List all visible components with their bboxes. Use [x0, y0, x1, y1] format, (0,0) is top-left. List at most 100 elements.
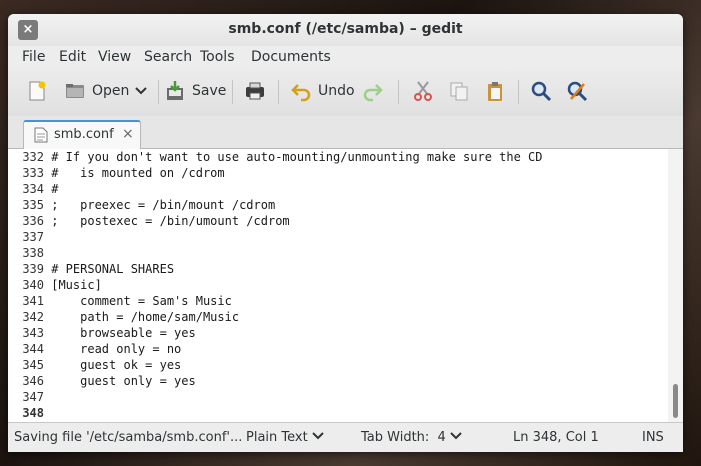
gedit-window: × smb.conf (/etc/samba) – gedit File Edi…: [8, 14, 683, 452]
paste-icon: [484, 80, 506, 102]
menu-documents[interactable]: Documents: [251, 49, 331, 65]
toolbar-separator: [158, 80, 159, 104]
line-number: 348: [22, 406, 44, 420]
language-label: Plain Text: [246, 430, 308, 445]
line-text: # is mounted on /cdrom: [51, 166, 225, 180]
menu-search[interactable]: Search: [144, 49, 192, 65]
line-text: guest ok = yes: [51, 358, 182, 372]
tab-close-icon[interactable]: ×: [122, 126, 134, 142]
line-number: 344: [22, 342, 44, 356]
save-button-label: Save: [192, 83, 227, 99]
line-text: browseable = yes: [51, 326, 196, 340]
line-number: 335: [22, 198, 44, 212]
undo-button[interactable]: Undo: [290, 76, 355, 106]
line-number: 333: [22, 166, 44, 180]
window-title: smb.conf (/etc/samba) – gedit: [228, 21, 463, 37]
tab-smb-conf[interactable]: smb.conf ×: [23, 120, 141, 150]
chevron-down-icon: [312, 432, 324, 440]
chevron-down-icon: [134, 80, 148, 102]
line-text: # If you don't want to use auto-mounting…: [51, 150, 543, 164]
menu-tools[interactable]: Tools: [200, 49, 235, 65]
undo-button-label: Undo: [318, 83, 355, 99]
open-button[interactable]: Open: [64, 76, 129, 106]
line-number: 346: [22, 374, 44, 388]
scrollbar-thumb[interactable]: [673, 384, 678, 418]
line-text: comment = Sam's Music: [51, 294, 232, 308]
tab-width-label: Tab Width: 4: [361, 430, 446, 445]
print-icon: [244, 80, 266, 102]
code-line[interactable]: 334 #: [8, 181, 668, 197]
code-line[interactable]: 333 # is mounted on /cdrom: [8, 165, 668, 181]
code-line[interactable]: 337: [8, 229, 668, 245]
text-document-icon: [34, 127, 48, 147]
document-tab-bar: smb.conf ×: [8, 116, 683, 150]
code-line[interactable]: 345 guest ok = yes: [8, 357, 668, 373]
toolbar-separator: [518, 80, 519, 104]
line-text: ; postexec = /bin/umount /cdrom: [51, 214, 290, 228]
line-number: 334: [22, 182, 44, 196]
code-line[interactable]: 336 ; postexec = /bin/umount /cdrom: [8, 213, 668, 229]
line-text: [Music]: [51, 278, 102, 292]
line-text: # PERSONAL SHARES: [51, 262, 175, 276]
new-document-button[interactable]: [26, 76, 54, 106]
replace-button[interactable]: [566, 76, 594, 106]
line-text: guest only = yes: [51, 374, 196, 388]
line-number: 339: [22, 262, 44, 276]
line-number: 342: [22, 310, 44, 324]
code-line[interactable]: 335 ; preexec = /bin/mount /cdrom: [8, 197, 668, 213]
search-button[interactable]: [530, 76, 558, 106]
line-number: 337: [22, 230, 44, 244]
chevron-down-icon: [450, 432, 462, 440]
toolbar-separator: [398, 80, 399, 104]
language-selector[interactable]: Plain Text: [246, 430, 324, 445]
open-recent-dropdown[interactable]: [134, 76, 148, 106]
line-text: read only = no: [51, 342, 182, 356]
menu-file[interactable]: File: [22, 49, 45, 65]
code-line[interactable]: 348: [8, 405, 668, 421]
status-bar: Saving file '/etc/samba/smb.conf'... Pla…: [8, 422, 683, 452]
line-text: ; preexec = /bin/mount /cdrom: [51, 198, 276, 212]
new-document-icon: [26, 80, 48, 102]
code-line[interactable]: 339 # PERSONAL SHARES: [8, 261, 668, 277]
cursor-position: Ln 348, Col 1: [513, 430, 599, 445]
code-line[interactable]: 343 browseable = yes: [8, 325, 668, 341]
cut-button[interactable]: [412, 76, 440, 106]
copy-button[interactable]: [448, 76, 476, 106]
code-line[interactable]: 332 # If you don't want to use auto-moun…: [8, 149, 668, 165]
redo-button[interactable]: [362, 76, 390, 106]
code-line[interactable]: 341 comment = Sam's Music: [8, 293, 668, 309]
replace-icon: [566, 80, 588, 102]
toolbar-separator: [278, 80, 279, 104]
status-message: Saving file '/etc/samba/smb.conf'...: [14, 430, 243, 445]
save-icon: [164, 80, 186, 102]
code-line[interactable]: 342 path = /home/sam/Music: [8, 309, 668, 325]
menu-edit[interactable]: Edit: [59, 49, 86, 65]
code-line[interactable]: 346 guest only = yes: [8, 373, 668, 389]
print-button[interactable]: [244, 76, 272, 106]
line-number: 332: [22, 150, 44, 164]
code-line[interactable]: 340 [Music]: [8, 277, 668, 293]
menu-view[interactable]: View: [98, 49, 131, 65]
title-bar[interactable]: × smb.conf (/etc/samba) – gedit: [8, 14, 683, 46]
paste-button[interactable]: [484, 76, 512, 106]
search-icon: [530, 80, 552, 102]
open-button-label: Open: [92, 83, 130, 99]
save-button[interactable]: Save: [164, 76, 226, 106]
vertical-scrollbar[interactable]: [668, 149, 683, 422]
line-number: 343: [22, 326, 44, 340]
menu-bar: File Edit View Search Tools Documents: [8, 46, 683, 68]
toolbar-separator: [232, 80, 233, 104]
line-number: 347: [22, 390, 44, 404]
line-number: 345: [22, 358, 44, 372]
tab-width-selector[interactable]: Tab Width: 4: [361, 430, 462, 445]
line-text: path = /home/sam/Music: [51, 310, 240, 324]
line-number: 336: [22, 214, 44, 228]
tab-label: smb.conf: [54, 127, 114, 142]
toolbar: Open Save Undo: [8, 68, 683, 117]
code-line[interactable]: 347: [8, 389, 668, 405]
code-line[interactable]: 338: [8, 245, 668, 261]
code-line[interactable]: 344 read only = no: [8, 341, 668, 357]
line-number: 338: [22, 246, 44, 260]
cut-icon: [412, 80, 434, 102]
text-editor[interactable]: 332 # If you don't want to use auto-moun…: [8, 149, 668, 422]
